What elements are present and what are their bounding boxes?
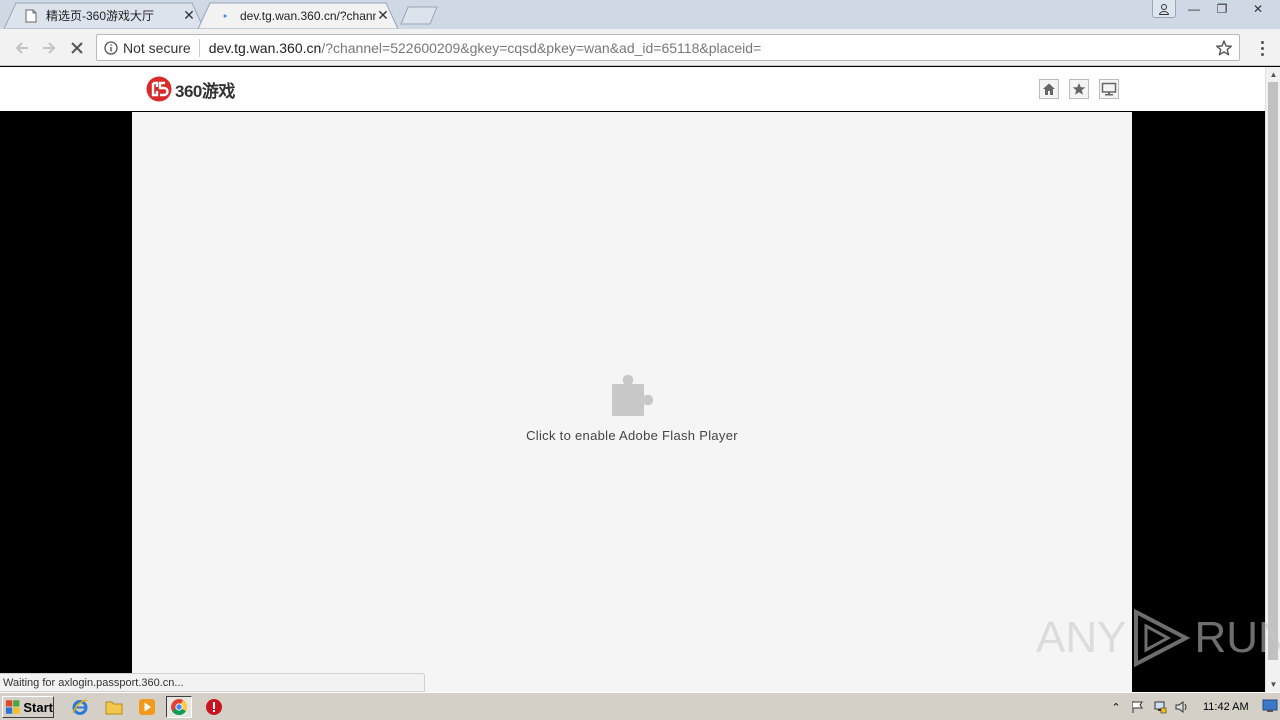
forward-button[interactable] (38, 37, 60, 59)
action-center-flag-icon[interactable] (1127, 696, 1149, 718)
bookmark-star-icon[interactable] (1215, 39, 1233, 57)
browser-toolbar: Not secure dev.tg.wan.360.cn /?channel=5… (0, 29, 1280, 66)
arrow-right-icon (43, 42, 56, 54)
windows-logo-icon (5, 700, 20, 714)
page-icon (24, 9, 38, 23)
chrome-taskbar-icon[interactable] (166, 696, 192, 718)
loading-icon (218, 9, 232, 23)
360-logo-icon (146, 76, 172, 102)
url-path: /?channel=522600209&gkey=cqsd&pkey=wan&a… (321, 39, 762, 56)
media-player-taskbar-icon[interactable] (134, 696, 160, 718)
tab-dev-tg-wan[interactable]: dev.tg.wan.360.cn/?channe ✕ (198, 2, 398, 29)
profile-button[interactable] (1152, 0, 1176, 18)
address-bar[interactable]: Not secure dev.tg.wan.360.cn /?channel=5… (96, 34, 1240, 61)
play-logo-icon (1134, 608, 1191, 668)
show-desktop-icon[interactable] (1262, 698, 1278, 714)
desktop-shortcut-button[interactable] (1099, 79, 1119, 99)
stop-sign-taskbar-icon[interactable] (201, 696, 227, 718)
close-tab-icon[interactable]: ✕ (376, 7, 390, 23)
flash-enable-message: Click to enable Adobe Flash Player (526, 428, 738, 443)
site-header: 360游戏 (0, 67, 1265, 111)
logo-text: 360游戏 (175, 81, 235, 101)
new-tab-button[interactable] (400, 6, 438, 25)
network-icon[interactable] (1149, 696, 1171, 718)
plugin-puzzle-icon (612, 375, 653, 416)
volume-icon[interactable] (1171, 696, 1193, 718)
system-tray: ⌃ 11:42 AM (1105, 695, 1280, 719)
security-label[interactable]: Not secure (123, 40, 191, 56)
info-icon[interactable] (104, 40, 118, 55)
close-tab-icon[interactable]: ✕ (182, 7, 196, 23)
back-button[interactable] (11, 37, 33, 59)
tab-strip: 精选页-360游戏大厅 ✕ dev.tg.wan.360.cn/?channe … (0, 0, 1280, 29)
window-controls: — ❐ ✕ (1152, 0, 1280, 20)
maximize-button[interactable]: ❐ (1208, 0, 1236, 18)
file-explorer-taskbar-icon[interactable] (101, 696, 127, 718)
clock[interactable]: 11:42 AM (1203, 701, 1249, 713)
internet-explorer-taskbar-icon[interactable] (67, 696, 93, 718)
vertical-scrollbar[interactable]: ▲ ▼ (1265, 67, 1280, 692)
omnibox-divider (198, 38, 200, 57)
home-icon (1043, 83, 1055, 95)
header-actions (1039, 79, 1119, 99)
scroll-down-arrow-icon[interactable]: ▼ (1266, 677, 1280, 692)
anyrun-watermark: ANY RUN (1036, 608, 1280, 668)
arrow-left-icon (15, 42, 28, 54)
star-icon (1072, 83, 1086, 95)
start-label: Start (23, 699, 53, 715)
start-button[interactable]: Start (2, 696, 54, 718)
windows-taskbar: Start ⌃ 11:42 AM (0, 692, 1280, 720)
url-host: dev.tg.wan.360.cn (208, 39, 322, 56)
favorite-button[interactable] (1069, 79, 1089, 99)
home-button[interactable] (1039, 79, 1059, 99)
minimize-button[interactable]: — (1180, 0, 1208, 18)
scrollbar-thumb[interactable] (1268, 82, 1278, 660)
close-window-button[interactable]: ✕ (1236, 0, 1280, 18)
tray-expand-icon[interactable]: ⌃ (1105, 696, 1127, 718)
scroll-up-arrow-icon[interactable]: ▲ (1266, 67, 1280, 82)
tab-title: 精选页-360游戏大厅 (46, 9, 155, 23)
stop-loading-button[interactable] (66, 37, 88, 59)
tab-title: dev.tg.wan.360.cn/?channe (240, 8, 376, 23)
browser-menu-button[interactable] (1254, 38, 1270, 58)
page-viewport: 360游戏 Click to enable Adobe Flash Player (0, 67, 1265, 692)
stop-x-icon (71, 42, 83, 54)
tab-360-game-hall[interactable]: 精选页-360游戏大厅 ✕ (4, 2, 204, 29)
site-logo[interactable]: 360游戏 (146, 76, 235, 102)
monitor-icon (1101, 82, 1117, 96)
status-bubble: Waiting for axlogin.passport.360.cn... (0, 673, 425, 692)
flash-plugin-placeholder[interactable]: Click to enable Adobe Flash Player (132, 112, 1132, 692)
